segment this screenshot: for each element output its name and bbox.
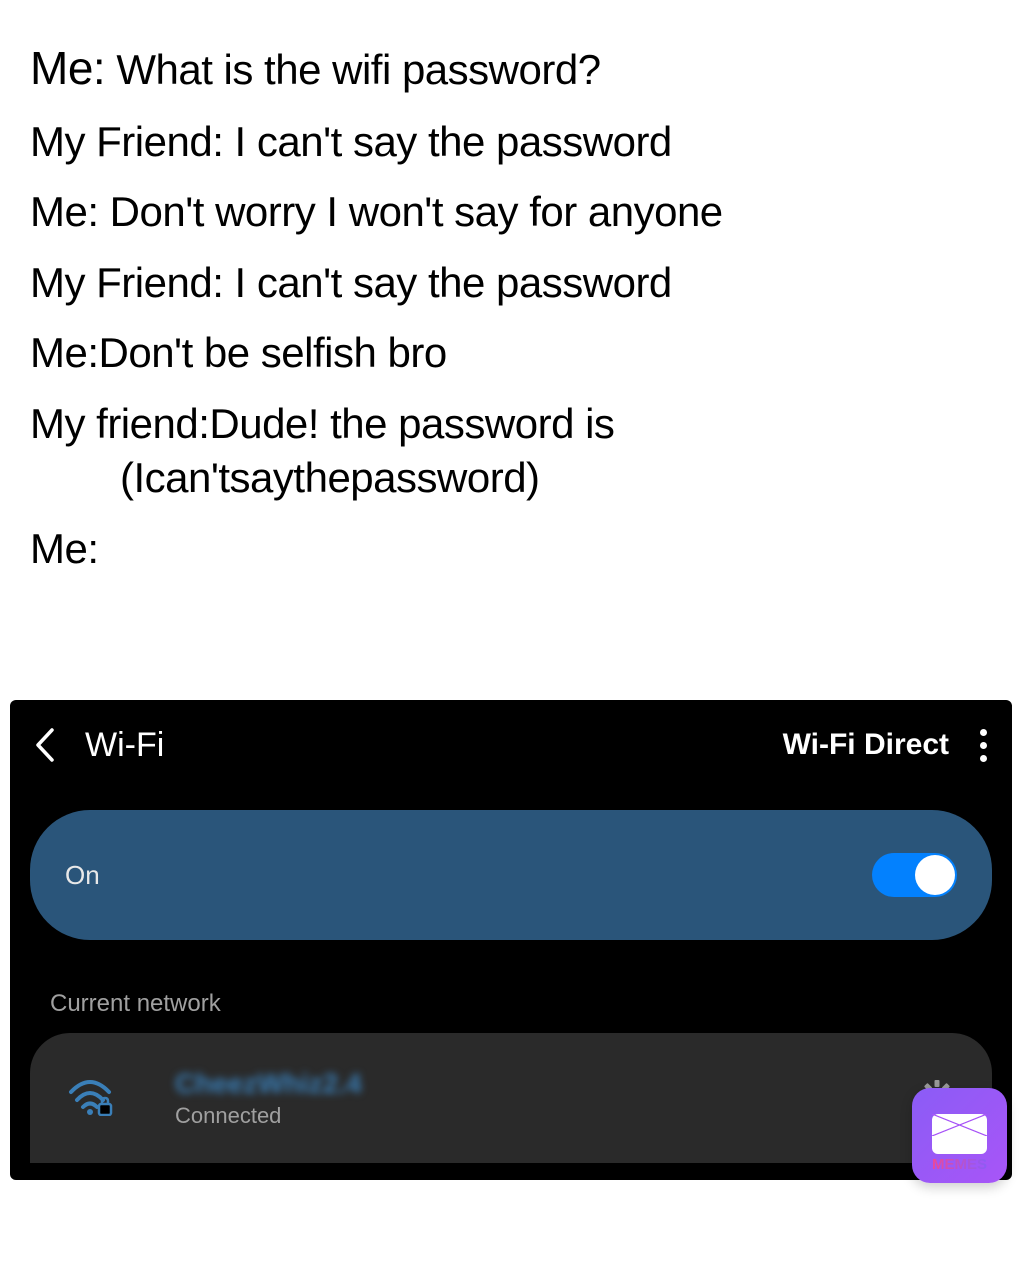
wifi-direct-button[interactable]: Wi-Fi Direct [783,728,949,762]
dialogue-line-4: My Friend: I can't say the password [30,257,992,310]
back-icon[interactable] [35,728,55,762]
dialogue-line-3: Me: Don't worry I won't say for anyone [30,186,992,239]
toggle-state-label: On [65,860,100,891]
dialogue-line-5: Me:Don't be selfish bro [30,327,992,380]
wifi-signal-icon [65,1076,125,1121]
network-text: CheezWhiz2.4 Connected [175,1068,917,1129]
current-network-row[interactable]: CheezWhiz2.4 Connected [30,1033,992,1163]
dialogue-line-1: Me: What is the wifi password? [30,40,992,98]
memes-label: MEMES [932,1156,987,1173]
page-title: Wi-Fi [85,726,783,765]
more-options-icon[interactable] [979,729,987,762]
dialogue-line-7: (Ican'tsaythepassword) [30,452,992,505]
phone-header: Wi-Fi Wi-Fi Direct [10,700,1012,790]
memes-app-badge: MEMES [912,1088,1007,1183]
toggle-knob [915,855,955,895]
network-ssid: CheezWhiz2.4 [175,1068,917,1100]
dialogue-line-2: My Friend: I can't say the password [30,116,992,169]
speaker-me: Me: [30,42,105,94]
wifi-master-toggle[interactable]: On [30,810,992,940]
dialogue-line-6: My friend:Dude! the password is [30,398,992,451]
wifi-settings-screenshot: Wi-Fi Wi-Fi Direct On Current network Ch… [10,700,1012,1180]
connection-status: Connected [175,1103,917,1129]
section-header: Current network [50,990,1012,1018]
meme-dialogue: Me: What is the wifi password? My Friend… [0,0,1022,575]
envelope-icon [932,1114,987,1154]
line1-text: What is the wifi password? [105,46,600,93]
dialogue-line-8: Me: [30,523,992,576]
toggle-switch[interactable] [872,853,957,897]
